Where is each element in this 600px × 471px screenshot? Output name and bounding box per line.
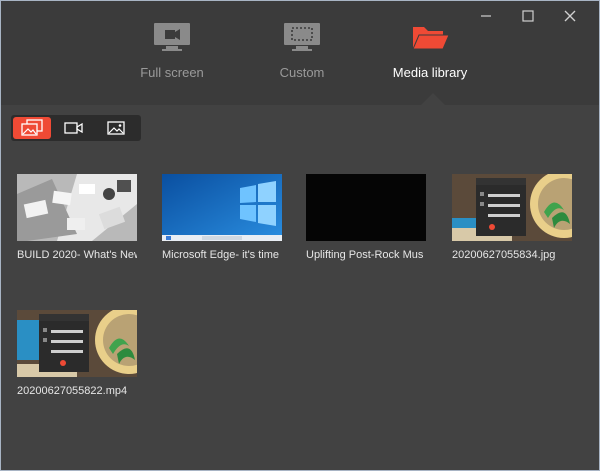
tab-media-library-label: Media library [392,65,468,80]
media-thumbnail [162,174,282,241]
tab-custom[interactable]: Custom [242,19,362,89]
image-stack-icon [21,119,43,136]
filter-image-button[interactable] [97,117,135,139]
video-camera-icon [64,122,83,134]
media-thumbnail [17,174,137,241]
media-filter-bar [11,115,141,141]
monitor-dashed-region-icon [282,19,322,53]
media-thumbnail [452,174,572,241]
media-item-name: 20200627055822.mp4 [17,385,128,397]
active-tab-pointer [421,93,445,105]
app-window: Full screen Custom Media library BUILD 2… [0,0,600,471]
tab-custom-label: Custom [279,65,325,80]
maximize-icon [522,10,534,22]
media-thumbnail [306,174,426,241]
picture-icon [107,121,125,135]
media-thumbnail [17,310,137,377]
media-item-name: Uplifting Post-Rock Mus [306,249,424,261]
media-item-name: BUILD 2020- What's New [17,249,137,261]
media-item-name: 20200627055834.jpg [452,249,556,261]
top-bar: Full screen Custom Media library [1,1,599,105]
media-item[interactable]: Microsoft Edge- it's time [162,174,282,261]
filter-all-button[interactable] [13,117,51,139]
media-item[interactable]: 20200627055822.mp4 [17,310,137,397]
media-item[interactable]: 20200627055834.jpg [452,174,572,261]
tab-full-screen-label: Full screen [140,65,204,80]
maximize-button[interactable] [507,5,549,27]
media-item[interactable]: BUILD 2020- What's New [17,174,137,261]
monitor-camera-icon [152,19,192,53]
media-item[interactable]: Uplifting Post-Rock Mus [306,174,426,261]
tab-media-library[interactable]: Media library [370,19,490,89]
filter-video-button[interactable] [55,117,93,139]
media-library-panel: BUILD 2020- What's New Microsoft Edge- i… [1,105,599,470]
tab-full-screen[interactable]: Full screen [112,19,232,89]
close-icon [564,10,576,22]
media-item-name: Microsoft Edge- it's time [162,249,280,261]
close-button[interactable] [549,5,591,27]
folder-open-icon [410,19,450,53]
